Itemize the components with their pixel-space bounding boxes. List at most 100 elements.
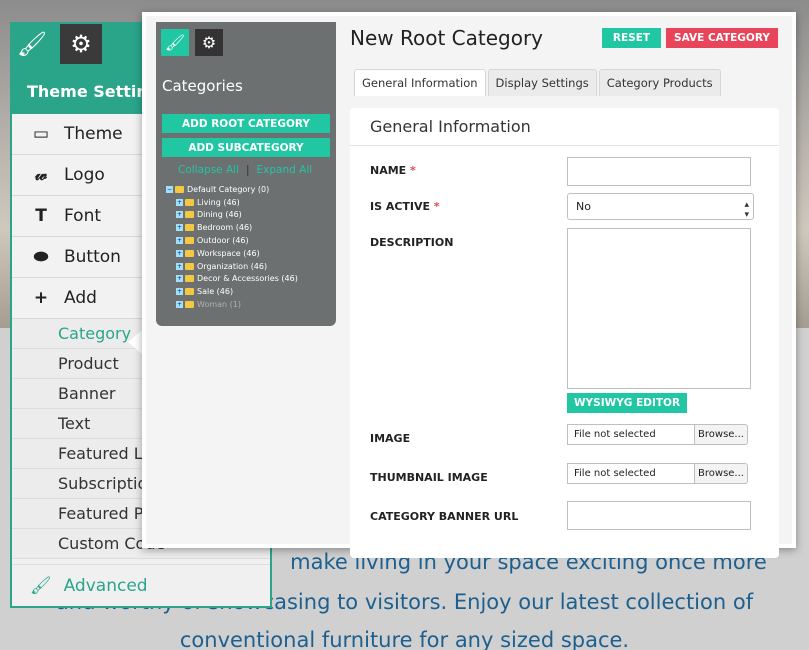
category-banner-url-input[interactable]: [567, 501, 751, 530]
tree-node-label: Workspace (46): [197, 248, 260, 258]
file-name: File not selected: [567, 424, 694, 445]
expand-toggle-icon[interactable]: +: [176, 288, 183, 296]
tab-general-information[interactable]: General Information: [354, 69, 486, 96]
categories-sidebar: 🖌 ⚙ Categories ADD ROOT CATEGORY ADD SUB…: [156, 22, 336, 326]
expand-toggle-icon[interactable]: +: [176, 237, 183, 245]
tree-node[interactable]: + Decor & Accessories (46): [166, 273, 298, 286]
layout-icon: ▭: [32, 124, 50, 144]
folder-icon: [185, 198, 194, 206]
separator: |: [245, 164, 250, 176]
button-pill-icon: ⬬: [33, 247, 49, 267]
reset-button[interactable]: RESET: [602, 28, 661, 48]
tree-node-label: Default Category (0): [187, 184, 270, 194]
expand-toggle-icon[interactable]: +: [176, 211, 183, 219]
expand-toggle-icon[interactable]: +: [176, 198, 183, 206]
paintbrush-icon[interactable]: 🖌: [12, 24, 52, 64]
popup-pointer-arrow: [128, 330, 142, 354]
categories-title: Categories: [162, 77, 243, 95]
gears-icon[interactable]: ⚙: [60, 24, 102, 64]
tab-category-products[interactable]: Category Products: [598, 69, 721, 96]
tree-node-label: Dining (46): [197, 210, 242, 220]
required-mark: *: [410, 164, 416, 177]
menu-item-label: Button: [64, 247, 121, 267]
category-banner-url-label: CATEGORY BANNER URL: [370, 510, 519, 523]
add-root-category-button[interactable]: ADD ROOT CATEGORY: [162, 114, 330, 133]
tree-node-label: Bedroom (46): [197, 223, 253, 233]
category-tree: − Default Category (0) + Living (46) + Dini…: [166, 183, 298, 311]
name-input[interactable]: [567, 157, 751, 186]
tab-bar: General Information Display Settings Cat…: [354, 69, 723, 96]
folder-icon: [185, 224, 194, 232]
tree-node[interactable]: + Organization (46): [166, 260, 298, 273]
folder-icon: [185, 262, 194, 270]
tree-node[interactable]: + Living (46): [166, 196, 298, 209]
expand-toggle-icon[interactable]: +: [176, 301, 183, 309]
folder-open-icon: [175, 185, 184, 193]
collapse-all-link[interactable]: Collapse All: [178, 164, 239, 176]
file-name: File not selected: [567, 463, 694, 484]
name-label: NAME *: [370, 164, 416, 177]
menu-item-advanced[interactable]: 🖌 Advanced: [12, 564, 270, 606]
tree-node[interactable]: + Outdoor (46): [166, 234, 298, 247]
menu-item-label: Add: [64, 288, 97, 308]
tree-node[interactable]: + Sale (46): [166, 285, 298, 298]
general-information-form: General Information NAME * IS ACTIVE * N…: [350, 108, 779, 558]
expand-all-link[interactable]: Expand All: [257, 164, 313, 176]
is-active-label: IS ACTIVE *: [370, 200, 440, 213]
tree-node-label: Decor & Accessories (46): [197, 274, 298, 284]
category-editor-popup: 🖌 ⚙ Categories ADD ROOT CATEGORY ADD SUB…: [142, 12, 796, 558]
form-heading: General Information: [350, 108, 779, 146]
folder-icon: [185, 275, 194, 283]
gears-icon[interactable]: ⚙: [195, 29, 223, 56]
description-label: DESCRIPTION: [370, 236, 454, 249]
folder-icon: [185, 301, 194, 309]
is-active-select[interactable]: No ▴ ▾: [567, 193, 754, 220]
tree-node-root[interactable]: − Default Category (0): [166, 183, 298, 196]
tree-node[interactable]: + Woman (1): [166, 298, 298, 311]
logo-script-icon: 𝓌: [35, 165, 47, 185]
select-arrows-icon: ▴ ▾: [744, 200, 749, 220]
advanced-label: Advanced: [63, 575, 148, 596]
thumbnail-file-input[interactable]: File not selected Browse...: [567, 463, 748, 484]
tree-node[interactable]: + Bedroom (46): [166, 221, 298, 234]
tree-node-label: Woman (1): [197, 300, 241, 310]
tree-node[interactable]: + Dining (46): [166, 209, 298, 222]
menu-item-label: Theme: [64, 124, 123, 144]
description-textarea[interactable]: [567, 228, 751, 389]
folder-icon: [185, 249, 194, 257]
folder-icon: [185, 288, 194, 296]
menu-item-label: Logo: [64, 165, 105, 185]
paintbrush-icon[interactable]: 🖌: [161, 29, 189, 56]
paintbrush-icon: 🖌: [30, 575, 52, 596]
browse-button[interactable]: Browse...: [694, 463, 748, 484]
required-mark: *: [433, 200, 440, 213]
tree-node-label: Outdoor (46): [197, 236, 249, 246]
tree-node[interactable]: + Workspace (46): [166, 247, 298, 260]
tree-node-label: Sale (46): [197, 287, 234, 297]
menu-item-label: Font: [64, 206, 102, 226]
tab-display-settings[interactable]: Display Settings: [487, 69, 597, 96]
font-t-icon: T: [35, 206, 47, 226]
hero-text-line-3: conventional furniture for any sized spa…: [179, 628, 630, 650]
folder-icon: [185, 237, 194, 245]
image-file-input[interactable]: File not selected Browse...: [567, 424, 748, 445]
tree-node-label: Living (46): [197, 197, 240, 207]
expand-toggle-icon[interactable]: +: [176, 262, 183, 270]
tree-controls: Collapse All | Expand All: [178, 164, 312, 176]
add-subcategory-button[interactable]: ADD SUBCATEGORY: [162, 138, 330, 157]
save-category-button[interactable]: SAVE CATEGORY: [666, 28, 778, 48]
collapse-toggle-icon[interactable]: −: [166, 185, 173, 193]
image-label: IMAGE: [370, 432, 411, 445]
browse-button[interactable]: Browse...: [694, 424, 748, 445]
expand-toggle-icon[interactable]: +: [176, 249, 183, 257]
expand-toggle-icon[interactable]: +: [176, 275, 183, 283]
tree-node-label: Organization (46): [197, 261, 268, 271]
is-active-value: No: [576, 200, 591, 213]
expand-toggle-icon[interactable]: +: [176, 224, 183, 232]
plus-icon: +: [33, 288, 49, 308]
thumbnail-image-label: THUMBNAIL IMAGE: [370, 471, 488, 484]
wysiwyg-editor-button[interactable]: WYSIWYG EDITOR: [567, 393, 687, 413]
folder-icon: [185, 211, 194, 219]
page-title: New Root Category: [350, 26, 544, 50]
theme-panel-title: Theme Setting: [27, 82, 160, 101]
